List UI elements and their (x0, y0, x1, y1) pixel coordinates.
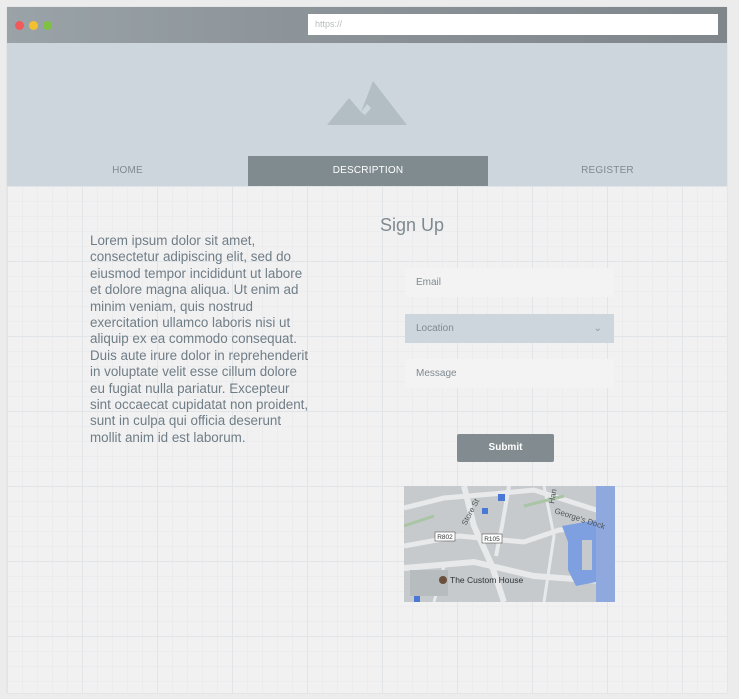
nav-description[interactable]: DESCRIPTION (248, 156, 488, 186)
mountain-image-icon (327, 81, 407, 125)
email-placeholder: Email (416, 277, 442, 288)
browser-titlebar: https:// (7, 7, 727, 43)
chevron-down-icon: ⌄ (593, 323, 602, 334)
minimize-window-icon[interactable] (29, 21, 38, 30)
nav-register[interactable]: REGISTER (488, 156, 727, 186)
maximize-window-icon[interactable] (43, 21, 52, 30)
submit-button[interactable]: Submit (457, 434, 554, 462)
map-label-r802: R802 (437, 534, 453, 541)
url-bar[interactable]: https:// (308, 14, 718, 35)
map-label-custom-house: The Custom House (450, 575, 523, 585)
close-window-icon[interactable] (15, 21, 24, 30)
map-graphic: R802 R105 Store St George's Dock Han The… (404, 486, 615, 602)
description-text: Lorem ipsum dolor sit amet, consectetur … (90, 233, 309, 445)
browser-window: https:// HOME DESCRIPTION REGISTER Lorem… (7, 7, 727, 693)
transit-icon (498, 494, 505, 501)
transit-icon (414, 596, 420, 602)
location-map[interactable]: R802 R105 Store St George's Dock Han The… (404, 486, 615, 602)
email-field[interactable]: Email (405, 268, 614, 297)
location-select[interactable]: Location ⌄ (405, 314, 614, 343)
hero-banner (7, 43, 727, 156)
landmark-icon (439, 576, 447, 584)
nav-home[interactable]: HOME (7, 156, 248, 186)
content-area: Lorem ipsum dolor sit amet, consectetur … (7, 186, 727, 693)
message-field[interactable]: Message (405, 359, 614, 388)
location-placeholder: Location (416, 323, 454, 334)
main-nav: HOME DESCRIPTION REGISTER (7, 156, 727, 186)
transit-icon (482, 508, 488, 514)
map-label-r105: R105 (484, 536, 500, 543)
message-placeholder: Message (416, 368, 457, 379)
signup-title: Sign Up (380, 215, 445, 235)
